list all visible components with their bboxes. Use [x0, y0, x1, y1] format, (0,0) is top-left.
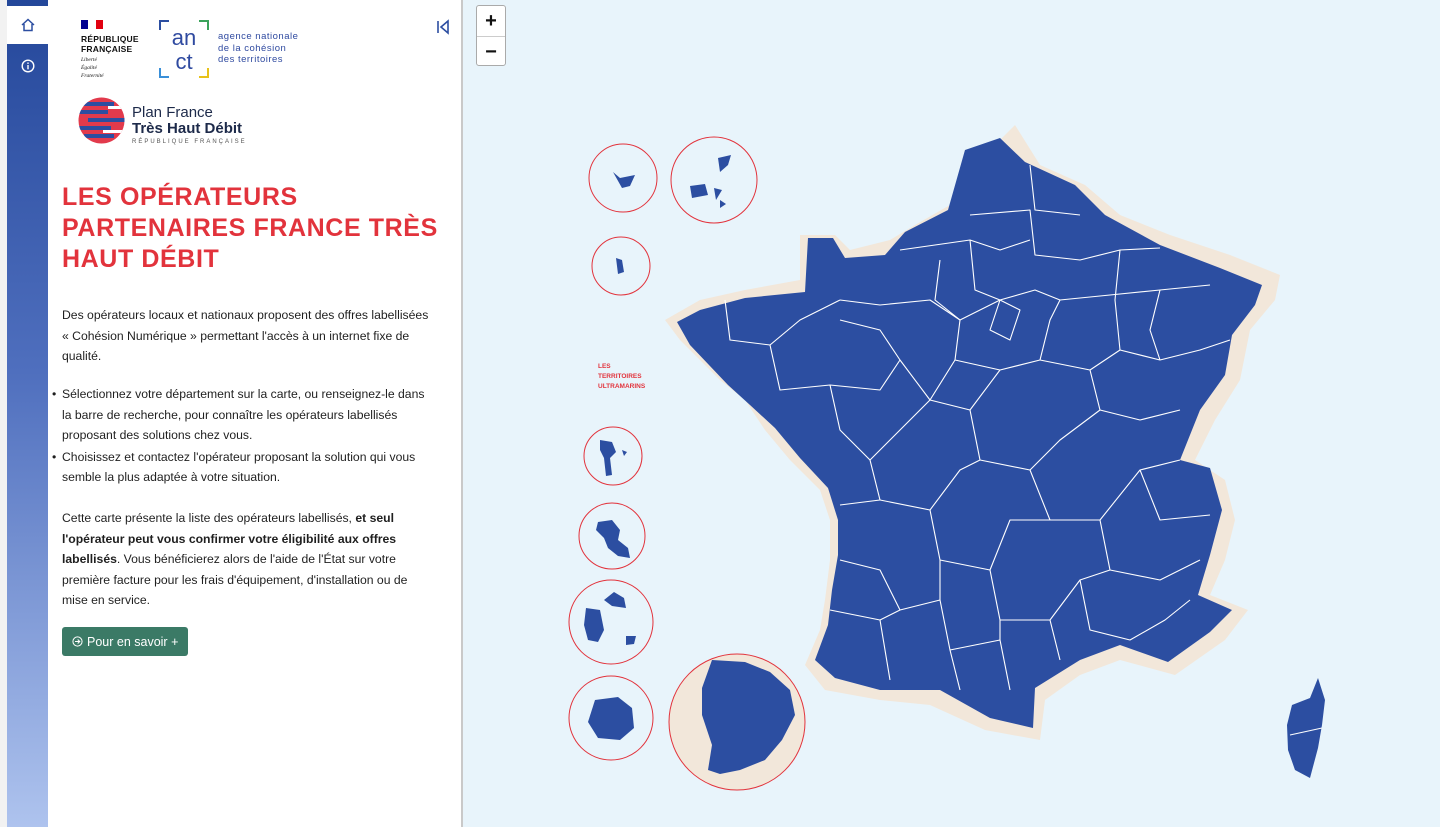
republique-francaise-logo: RÉPUBLIQUE FRANÇAISE Liberté Égalité Fra… — [81, 20, 145, 80]
learn-more-label: Pour en savoir + — [87, 634, 179, 649]
zoom-in-button[interactable]: + — [477, 6, 505, 37]
intro-paragraph: Des opérateurs locaux et nationaux propo… — [62, 308, 429, 363]
eligibility-text-start: Cette carte présente la liste des opérat… — [62, 511, 356, 525]
anct-logo: an ct — [159, 20, 209, 78]
marianne-flag — [81, 20, 103, 29]
outremer-circle — [568, 579, 654, 665]
instructions-list: Sélectionnez votre département sur la ca… — [52, 384, 430, 489]
outremer-label: LES TERRITOIRES ULTRAMARINS — [598, 363, 646, 390]
sidebar-rail — [0, 0, 51, 827]
outremer-circle — [583, 426, 643, 486]
info-icon — [20, 59, 35, 73]
zoom-control: + − — [476, 5, 506, 66]
plan-thd-line2: Très Haut Débit — [132, 120, 243, 137]
instruction-item: Sélectionnez votre département sur la ca… — [52, 384, 430, 446]
plan-thd-line1: Plan France — [132, 104, 213, 121]
collapse-panel-icon[interactable] — [434, 18, 452, 36]
anct-name: agence nationale de la cohésion des terr… — [218, 31, 299, 65]
learn-more-button[interactable]: Pour en savoir + — [62, 627, 189, 656]
rf-name: RÉPUBLIQUE FRANÇAISE — [81, 34, 139, 54]
overseas-territories[interactable] — [568, 136, 806, 791]
arrow-circle-right-icon — [72, 636, 83, 647]
rf-motto: Liberté Égalité Fraternité — [81, 57, 104, 79]
plan-thd-logo-mark — [78, 97, 125, 144]
anct-letters-top: an — [172, 25, 196, 50]
page-title: Les opérateurs partenaires France Très H… — [62, 183, 438, 273]
eligibility-paragraph: Cette carte présente la liste des opérat… — [62, 508, 430, 611]
corsica[interactable] — [1287, 678, 1325, 778]
mainland-departements[interactable] — [677, 138, 1262, 728]
france-departements-map[interactable] — [465, 0, 1440, 827]
instruction-item: Choisissez et contactez l'opérateur prop… — [52, 447, 430, 488]
zoom-out-button[interactable]: − — [477, 37, 505, 67]
info-panel: RÉPUBLIQUE FRANÇAISE Liberté Égalité Fra… — [48, 0, 463, 827]
home-button[interactable] — [7, 6, 51, 44]
anct-letters-bottom: ct — [175, 49, 192, 74]
info-button[interactable] — [7, 47, 48, 85]
home-icon — [20, 18, 35, 32]
outremer-circle — [670, 136, 758, 224]
plan-thd-line3: RÉPUBLIQUE FRANÇAISE — [132, 139, 247, 145]
